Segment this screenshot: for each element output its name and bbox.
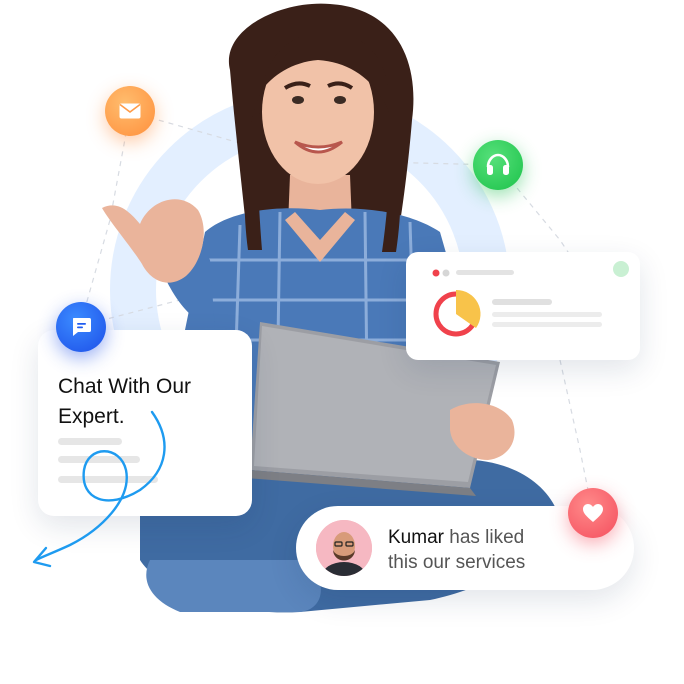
stats-card-graphic [432,261,629,337]
window-dot-gray [442,269,450,277]
chat-bubble-icon[interactable] [56,302,106,352]
avatar-portrait [316,520,372,576]
skeleton-line [58,476,158,483]
skeleton-line [58,438,122,445]
chat-card[interactable]: Chat With Our Expert. [38,330,252,516]
mail-icon [105,86,155,136]
envelope-glyph [119,103,141,119]
like-message-part1: has liked [449,527,525,548]
hero-illustration: Chat With Our Expert. Kumar has liked th… [0,0,684,684]
chat-bubble-glyph [73,318,91,336]
chat-card-title: Chat With Our Expert. [58,375,192,428]
avatar [316,520,372,576]
heart-glyph [583,504,603,522]
donut-chart [433,289,481,337]
headset-icon [473,140,523,190]
stats-card [406,252,640,360]
window-dot-red [432,269,440,277]
headset-glyph [486,153,510,175]
liker-name: Kumar [388,527,444,548]
heart-icon[interactable] [568,488,618,538]
skeleton-line [58,456,140,463]
like-message-part2: this our services [388,552,526,573]
status-dot [613,261,629,277]
